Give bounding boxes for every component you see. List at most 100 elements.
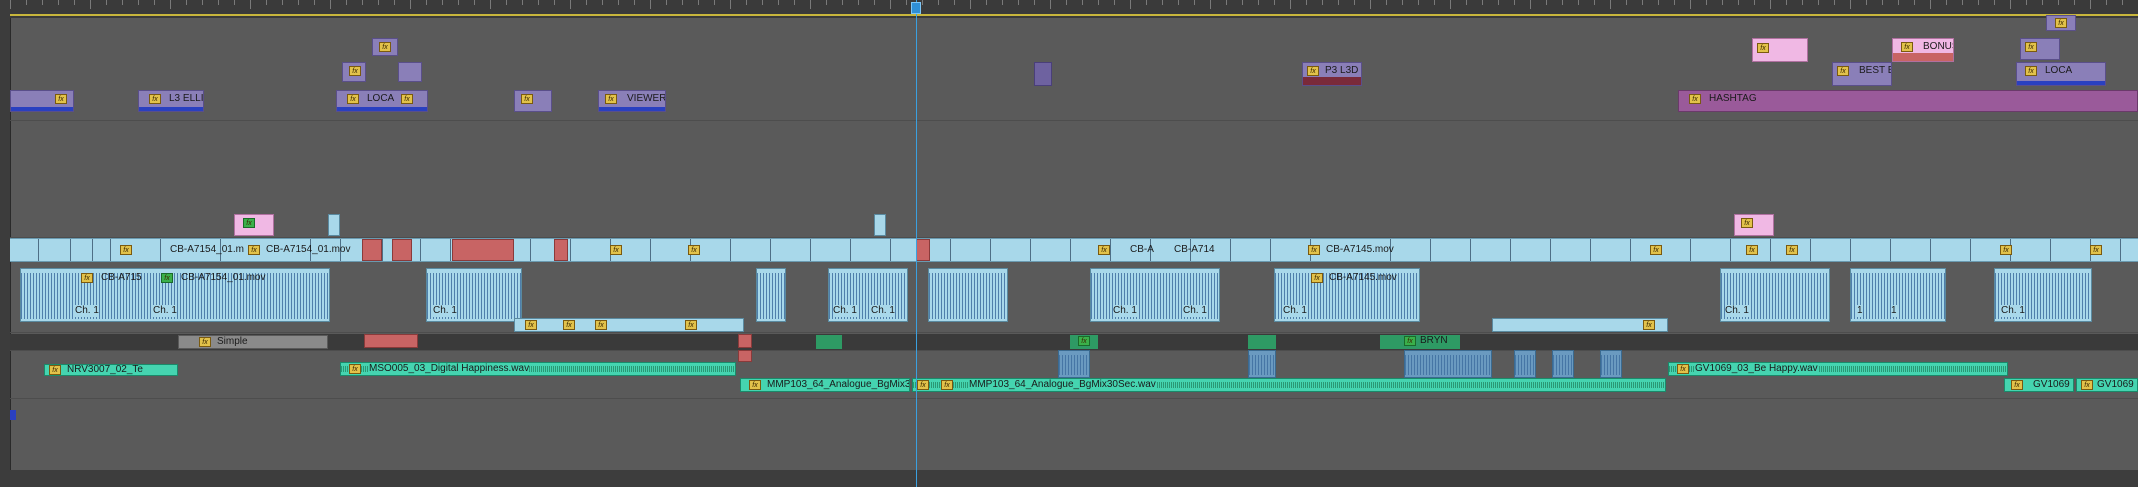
graphic-clip[interactable]: fx: [2020, 38, 2060, 60]
audio-clip-a1[interactable]: Ch. 1 Ch. 1: [828, 268, 908, 322]
graphic-clip-bonus[interactable]: fx BONUS: [1892, 38, 1954, 62]
ruler-tick: [522, 0, 523, 5]
audio-clip-a4[interactable]: [1552, 350, 1574, 378]
waveform: [757, 273, 785, 319]
audio-clip-a1[interactable]: Ch. 1: [1994, 268, 2092, 322]
edit-point: [38, 239, 39, 261]
graphic-clip-loca[interactable]: fx LOCA: [2016, 62, 2106, 86]
music-clip-mmp1[interactable]: fx MMP103_64_Analogue_BgMix30: [740, 378, 910, 392]
playhead-line[interactable]: [916, 0, 917, 487]
music-clip-mmp2[interactable]: fx fx MMP103_64_Analogue_BgMix30Sec.wav: [912, 378, 1666, 392]
audio-clip-green[interactable]: [1248, 335, 1276, 349]
horizontal-scrollbar[interactable]: [10, 470, 2138, 487]
audio-clip-a4[interactable]: [1058, 350, 1090, 378]
red-clip[interactable]: [916, 239, 930, 261]
graphic-clip-best[interactable]: fx BEST BI: [1832, 62, 1892, 86]
graphic-clip-l3[interactable]: fx L3 ELLIO: [138, 90, 204, 112]
graphic-clip[interactable]: [398, 62, 422, 82]
ruler-tick: [1482, 0, 1483, 5]
fx-icon: fx: [2090, 245, 2102, 255]
red-clip[interactable]: [452, 239, 514, 261]
graphic-clip-pink[interactable]: fx: [234, 214, 274, 236]
edit-point: [1110, 239, 1111, 261]
graphic-clip-loca[interactable]: fx LOCA fx: [336, 90, 428, 112]
audio-clip-a2[interactable]: fx: [1492, 318, 1668, 332]
audio-clip-a1[interactable]: fx CB-A7145.mov Ch. 1: [1274, 268, 1420, 322]
fx-icon: fx: [149, 94, 161, 104]
ruler-tick: [1370, 0, 1371, 9]
fx-icon: fx: [120, 245, 132, 255]
audio-clip-a1[interactable]: 11: [1850, 268, 1946, 322]
graphic-clip[interactable]: fx: [372, 38, 398, 56]
audio-clip-a4[interactable]: [1514, 350, 1536, 378]
graphic-clip-viewer[interactable]: fx VIEWER Q: [598, 90, 666, 112]
audio-clip-a1[interactable]: Ch. 1: [426, 268, 522, 322]
audio-track-a3[interactable]: fx Simple fx fx BRYN: [10, 334, 2138, 350]
work-area-bar[interactable]: [10, 14, 2138, 16]
playhead-icon[interactable]: [911, 2, 921, 14]
graphic-clip[interactable]: [1034, 62, 1052, 86]
clip-label: GV1069: [2033, 379, 2070, 390]
audio-clip-bryn[interactable]: fx BRYN: [1380, 335, 1460, 349]
red-clip[interactable]: [362, 239, 382, 261]
graphic-clip[interactable]: [874, 214, 886, 236]
fx-icon: fx: [610, 245, 622, 255]
clip-label: NRV3007_02_Te: [67, 364, 143, 375]
fx-icon: fx: [1746, 245, 1758, 255]
ruler-tick: [890, 0, 891, 9]
linked-audio-track[interactable]: fx CB-A715 fx CB-A7154_01.mov Ch. 1 Ch. …: [10, 264, 2138, 332]
audio-clip-a1[interactable]: Ch. 1 Ch. 1: [1090, 268, 1220, 322]
graphic-clip[interactable]: fx: [2046, 15, 2076, 31]
edit-point: [730, 239, 731, 261]
clip-label: BRYN: [1420, 335, 1448, 346]
timeline-panel[interactable]: fx fx fx fx BONUS fx fx fx P3 L3D fx BES…: [0, 0, 2138, 487]
music-clip-gv1[interactable]: fx GV1069_03_Be Happy.wav: [1668, 362, 2008, 376]
graphic-clip[interactable]: fx: [10, 90, 74, 112]
ruler-tick: [666, 0, 667, 5]
ruler-tick: [1498, 0, 1499, 5]
music-clip-nrv[interactable]: fx NRV3007_02_Te: [44, 364, 178, 376]
music-clip-gv3[interactable]: fx GV1069: [2076, 378, 2138, 392]
red-clip[interactable]: [364, 334, 418, 348]
audio-clip-a4[interactable]: [1248, 350, 1276, 378]
video-track-v1[interactable]: fx CB-A7154_01.m fx CB-A7154_01.mov fx f…: [10, 238, 2138, 262]
ruler-tick: [2106, 0, 2107, 5]
graphic-clip-p3[interactable]: fx P3 L3D: [1302, 62, 1362, 86]
audio-clip-a1[interactable]: [756, 268, 786, 322]
edit-point: [92, 239, 93, 261]
audio-clip-simple[interactable]: fx Simple: [178, 335, 328, 349]
red-clip[interactable]: [554, 239, 568, 261]
ruler-tick: [330, 0, 331, 9]
music-clip-mso[interactable]: fx MSO005_03_Digital Happiness.wav: [340, 362, 736, 376]
audio-clip-a4[interactable]: [1600, 350, 1622, 378]
audio-clip-a2[interactable]: fx fx fx fx: [514, 318, 744, 332]
ruler-tick: [1066, 0, 1067, 5]
edit-point: [1770, 239, 1771, 261]
audio-clip-a4[interactable]: [1404, 350, 1492, 378]
red-clip[interactable]: [738, 334, 752, 348]
fx-icon: fx: [1643, 320, 1655, 330]
edit-point: [70, 239, 71, 261]
marker-icon[interactable]: [10, 410, 16, 420]
graphic-clip[interactable]: [328, 214, 340, 236]
graphic-clip-pink[interactable]: fx: [1752, 38, 1808, 62]
graphic-clip-pink[interactable]: fx: [1734, 214, 1774, 236]
graphic-clip[interactable]: fx: [514, 90, 552, 112]
graphic-clip-hashtag[interactable]: fx HASHTAG: [1678, 90, 2138, 112]
clip-label: CB-A714: [1174, 244, 1215, 255]
red-clip[interactable]: [738, 350, 752, 362]
ruler-tick: [266, 0, 267, 5]
clip-label: GV1069_03_Be Happy.wav: [1695, 363, 1818, 375]
music-clip-gv2[interactable]: fx GV1069: [2004, 378, 2074, 392]
audio-clip-a1[interactable]: fx CB-A715 fx CB-A7154_01.mov Ch. 1 Ch. …: [20, 268, 330, 322]
audio-clip-a1[interactable]: [928, 268, 1008, 322]
ruler-tick: [346, 0, 347, 5]
fx-icon: fx: [55, 94, 67, 104]
red-clip[interactable]: [392, 239, 412, 261]
fx-icon: fx: [941, 380, 953, 390]
waveform: [1601, 355, 1621, 375]
audio-clip-green[interactable]: [816, 335, 842, 349]
graphic-clip[interactable]: fx: [342, 62, 366, 82]
audio-clip-a1[interactable]: Ch. 1: [1720, 268, 1830, 322]
audio-clip-green[interactable]: fx: [1070, 335, 1098, 349]
